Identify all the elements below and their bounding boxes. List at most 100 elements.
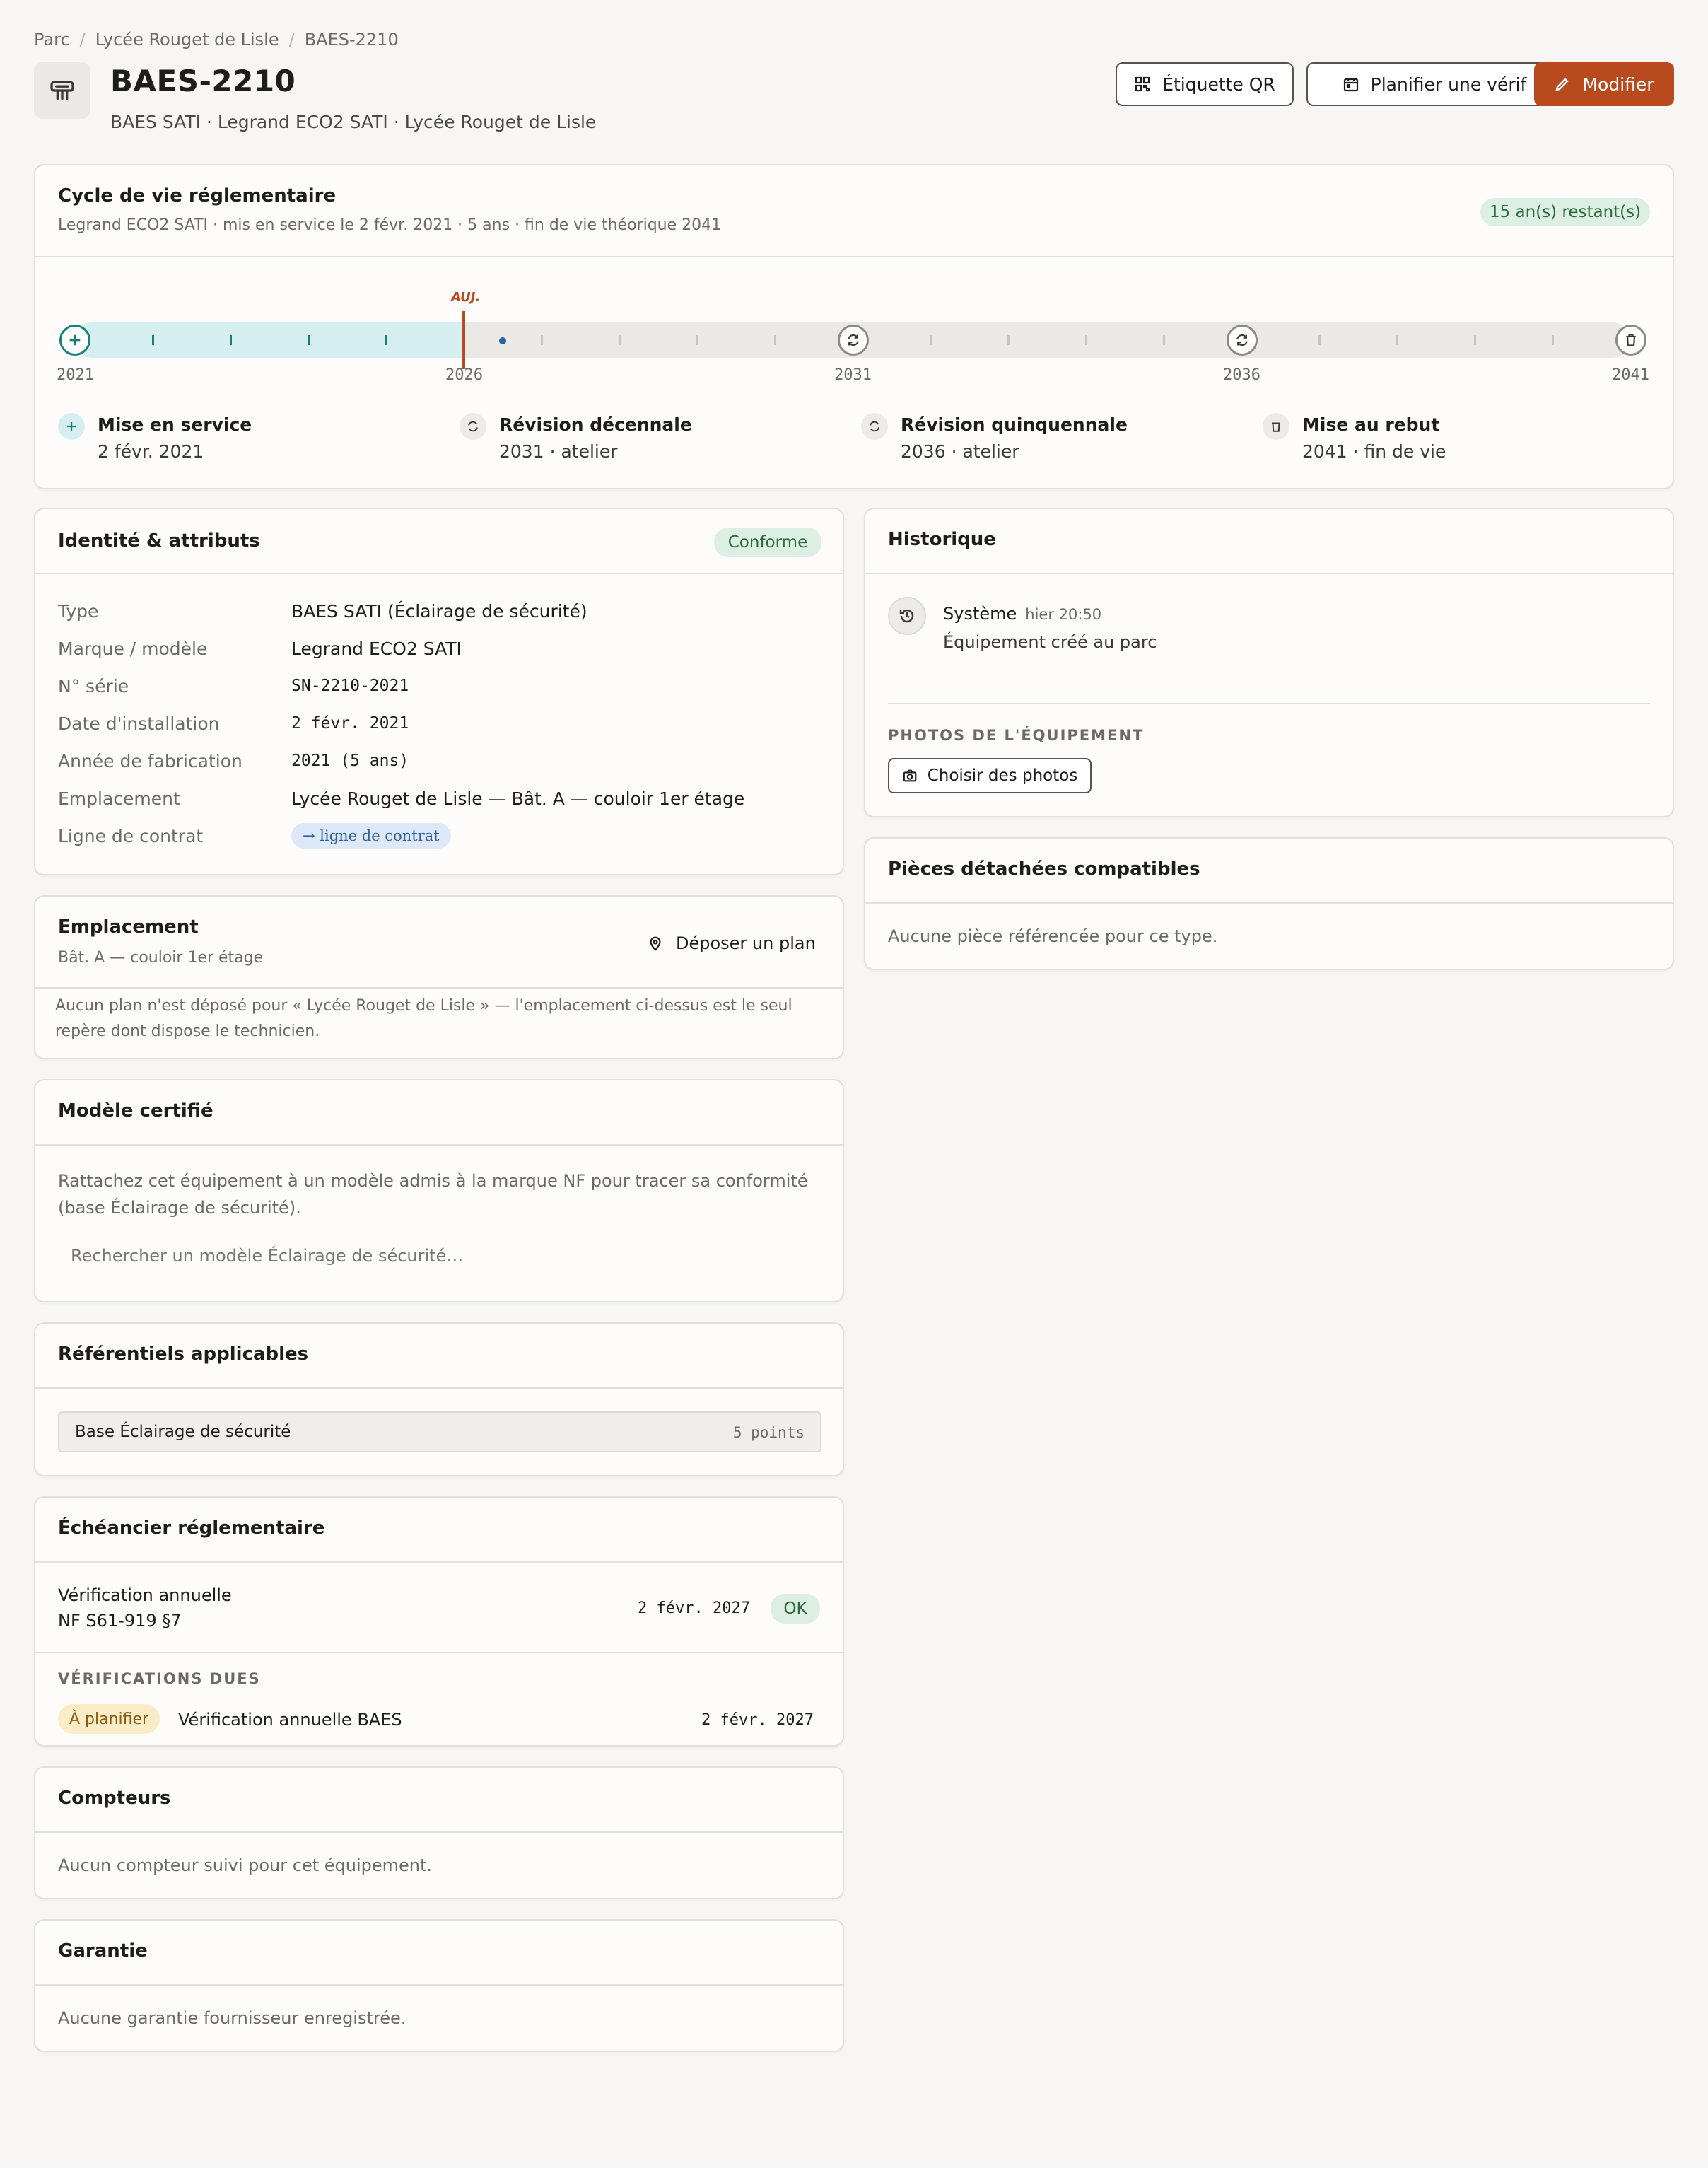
revision-icon — [848, 334, 859, 346]
timeline-year-tick — [619, 335, 621, 345]
breadcrumb-separator: / — [79, 30, 86, 49]
certified-title: Modèle certifié — [58, 1100, 214, 1121]
page-title: BAES-2210 — [110, 64, 296, 98]
due-check-label[interactable]: Vérification annuelle BAES — [178, 1710, 402, 1730]
lifecycle-card: Cycle de vie réglementaire Legrand ECO2 … — [34, 164, 1674, 489]
timeline-elapsed-fill — [75, 322, 464, 358]
milestone-start-marker[interactable] — [59, 325, 90, 356]
revision-icon — [460, 413, 486, 440]
certified-text-line: Rattachez cet équipement à un modèle adm… — [58, 1171, 808, 1191]
attr-value: BAES SATI (Éclairage de sécurité) — [291, 601, 587, 622]
attr-label: Date d'installation — [58, 713, 220, 734]
schedule-check-button[interactable]: Planifier une vérif — [1306, 62, 1562, 106]
milestone-decennial-marker[interactable] — [838, 325, 869, 356]
timeline-year-tick — [1474, 335, 1476, 345]
timeline-year-tick — [930, 335, 932, 345]
attr-label: Ligne de contrat — [58, 826, 204, 846]
axis-year: 2041 — [1612, 366, 1649, 384]
today-dot — [499, 337, 506, 344]
pin-icon — [650, 936, 661, 951]
attr-label: N° série — [58, 676, 129, 697]
edit-button[interactable]: Modifier — [1534, 62, 1674, 106]
today-label: AUJ. — [451, 290, 481, 305]
parts-title: Pièces détachées compatibles — [888, 858, 1200, 880]
attr-value: 2 févr. 2021 — [291, 714, 409, 733]
schedule-check-text: Planifier une vérif — [1370, 74, 1527, 95]
upload-plan-button[interactable]: Déposer un plan — [648, 929, 816, 957]
milestone-title: Mise en service — [98, 414, 252, 435]
history-time: hier 20:50 — [1025, 606, 1102, 623]
breadcrumb: Parc / Lycée Rouget de Lisle / BAES-2210 — [34, 30, 399, 49]
today-marker — [462, 311, 465, 369]
qr-label-text: Étiquette QR — [1162, 74, 1275, 95]
lifecycle-subtitle: Legrand ECO2 SATI · mis en service le 2 … — [58, 216, 722, 234]
milestone-quinquennial-marker[interactable] — [1227, 325, 1258, 356]
history-divider — [888, 703, 1650, 704]
axis-year: 2026 — [445, 366, 483, 384]
due-check-date: 2 févr. 2027 — [701, 1711, 814, 1729]
revision-icon — [861, 413, 888, 440]
emergency-light-icon — [34, 62, 90, 119]
history-author: Système — [943, 604, 1017, 624]
schedule-item-date: 2 févr. 2027 — [638, 1599, 750, 1617]
milestone-sub: 2036 · atelier — [901, 441, 1019, 462]
trash-icon — [1263, 413, 1289, 440]
milestone-title: Révision quinquennale — [901, 414, 1128, 435]
page-root: Parc / Lycée Rouget de Lisle / BAES-2210… — [0, 0, 1708, 2168]
warranty-card-header — [35, 1921, 843, 1986]
timeline-year-tick — [152, 335, 154, 345]
history-event: Équipement créé au parc — [943, 632, 1157, 652]
contract-line-link[interactable]: → ligne de contrat — [291, 823, 451, 849]
plus-icon — [58, 413, 85, 440]
timeline-year-tick — [696, 335, 698, 345]
history-card: Historique Système hier 20:50 Équipement… — [864, 508, 1674, 817]
qr-label-button[interactable]: Étiquette QR — [1116, 62, 1294, 106]
lifecycle-card-header — [35, 165, 1673, 257]
location-sub: Bât. A — couloir 1er étage — [58, 949, 264, 967]
timeline-year-tick — [230, 335, 232, 345]
camera-icon — [903, 769, 917, 782]
history-entry-meta: Système hier 20:50 — [943, 604, 1101, 624]
milestone-title: Révision décennale — [499, 414, 692, 435]
attr-value: Lycée Rouget de Lisle — Bât. A — couloir… — [291, 788, 745, 809]
attr-value: Legrand ECO2 SATI — [291, 639, 462, 659]
revision-icon — [1236, 334, 1248, 346]
counters-title: Compteurs — [58, 1788, 171, 1809]
history-title: Historique — [888, 529, 996, 550]
referential-item[interactable]: Base Éclairage de sécurité 5 points — [58, 1411, 821, 1452]
timeline-year-tick — [541, 335, 543, 345]
choose-photos-button[interactable]: Choisir des photos — [888, 758, 1092, 793]
timeline-year-tick — [1396, 335, 1398, 345]
location-card: Emplacement Bât. A — couloir 1er étage D… — [34, 895, 844, 1059]
breadcrumb-site[interactable]: Lycée Rouget de Lisle — [95, 30, 279, 49]
counters-empty-text: Aucun compteur suivi pour cet équipement… — [58, 1855, 433, 1875]
counters-card: Compteurs Aucun compteur suivi pour cet … — [34, 1766, 844, 1899]
timeline-year-tick — [1007, 335, 1010, 345]
lifecycle-title: Cycle de vie réglementaire — [58, 185, 337, 206]
axis-year: 2031 — [834, 366, 872, 384]
timeline-year-tick — [1085, 335, 1087, 345]
upload-plan-text: Déposer un plan — [676, 933, 816, 953]
milestone-sub: 2 févr. 2021 — [98, 441, 204, 462]
photos-heading: PHOTOS DE L'ÉQUIPEMENT — [888, 727, 1145, 744]
choose-photos-text: Choisir des photos — [927, 767, 1078, 785]
timeline-year-tick — [385, 335, 387, 345]
milestone-end-marker[interactable] — [1615, 325, 1646, 356]
axis-year: 2036 — [1223, 366, 1260, 384]
breadcrumb-current: BAES-2210 — [304, 30, 399, 49]
referential-name: Base Éclairage de sécurité — [75, 1423, 291, 1441]
warranty-card: Garantie Aucune garantie fournisseur enr… — [34, 1919, 844, 2052]
attr-label: Année de fabrication — [58, 751, 242, 771]
to-schedule-badge: À planifier — [58, 1704, 160, 1734]
attr-value: 2021 (5 ans) — [291, 752, 409, 770]
certified-model-search-input[interactable] — [58, 1237, 821, 1274]
location-note-line: Aucun plan n'est déposé pour « Lycée Rou… — [55, 997, 792, 1015]
attr-label: Emplacement — [58, 788, 180, 809]
conformity-badge: Conforme — [714, 528, 821, 557]
spare-parts-card: Pièces détachées compatibles Aucune pièc… — [864, 837, 1674, 970]
axis-year: 2021 — [57, 366, 94, 384]
timeline-year-tick — [1163, 335, 1165, 345]
schedule-title: Échéancier réglementaire — [58, 1517, 325, 1539]
breadcrumb-parc[interactable]: Parc — [34, 30, 70, 49]
schedule-card: Échéancier réglementaire Vérification an… — [34, 1496, 844, 1747]
